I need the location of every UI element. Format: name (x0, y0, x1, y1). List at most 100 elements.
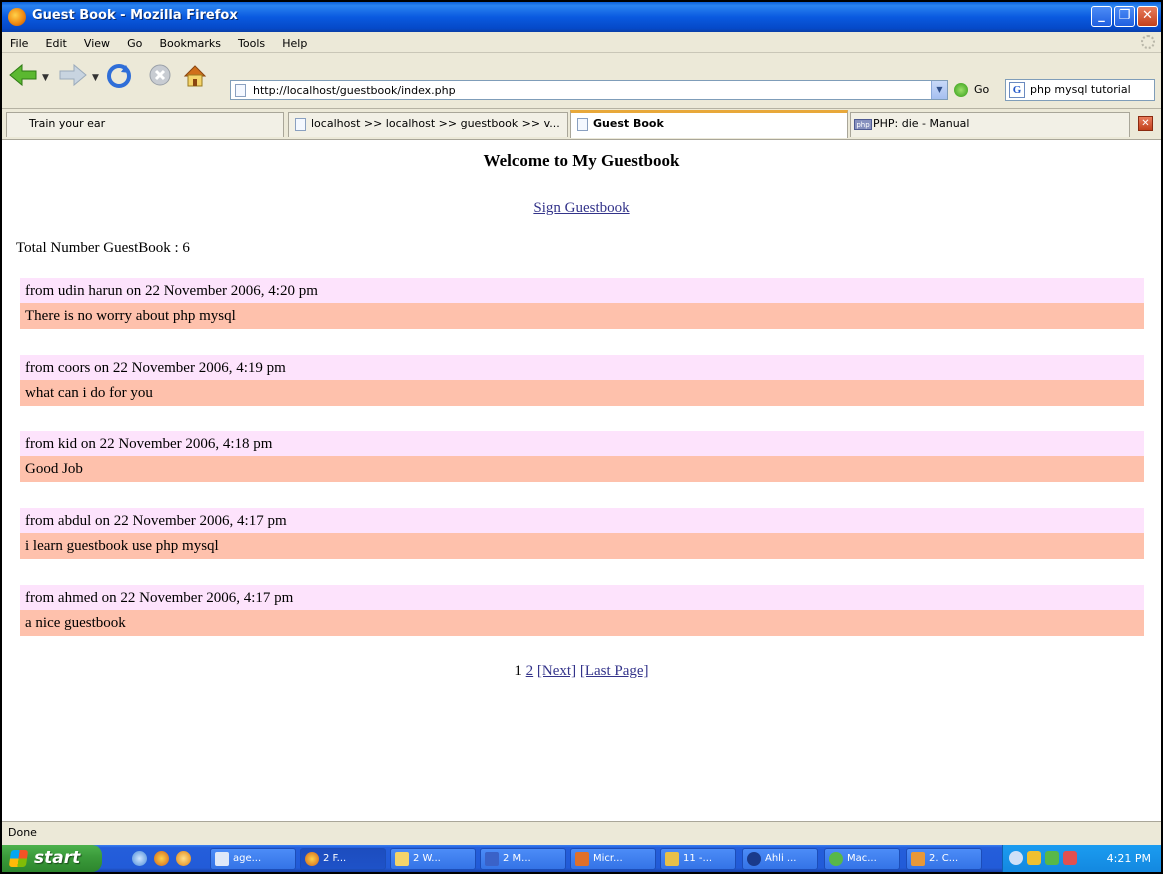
menu-edit[interactable]: Edit (46, 34, 67, 54)
taskbar-button-word[interactable]: 2 M... (480, 848, 566, 870)
tab-label: PHP: die - Manual (873, 117, 970, 130)
status-text: Done (8, 826, 37, 839)
firefox-icon (305, 852, 319, 866)
tray-security-icon[interactable] (1063, 851, 1077, 865)
taskbar-button-label: 2 F... (323, 853, 347, 864)
tab-bar: Train your ear localhost >> localhost >>… (2, 109, 1161, 139)
taskbar-button-label: 11 -... (683, 853, 713, 864)
close-button[interactable]: ✕ (1137, 6, 1158, 27)
taskbar-button-2c[interactable]: 2. C... (906, 848, 982, 870)
page-2-link[interactable]: 2 (526, 663, 534, 679)
sign-guestbook-wrap: Sign Guestbook (2, 200, 1161, 217)
page-icon (235, 84, 246, 97)
globe-icon (747, 852, 761, 866)
entry-message: i learn guestbook use php mysql (20, 533, 1144, 559)
menu-file[interactable]: File (10, 34, 28, 54)
entry-header: from kid on 22 November 2006, 4:18 pm (20, 431, 1144, 456)
minimize-button[interactable]: _ (1091, 6, 1112, 27)
tray-app-icon[interactable] (1027, 851, 1041, 865)
taskbar-button-microsoft[interactable]: Micr... (570, 848, 656, 870)
quicklaunch-messenger-icon[interactable] (132, 851, 147, 866)
next-page-link[interactable]: [Next] (537, 663, 576, 679)
go-arrow-icon[interactable] (954, 83, 968, 97)
taskbar-button-label: age... (233, 853, 262, 864)
menu-bookmarks[interactable]: Bookmarks (159, 34, 220, 54)
forward-dropdown-icon[interactable]: ▼ (92, 73, 99, 83)
pagination: 1 2 [Next] [Last Page] (2, 663, 1161, 680)
tab-label: Guest Book (593, 117, 664, 130)
go-button[interactable]: Go (974, 82, 989, 98)
powerpoint-icon (575, 852, 589, 866)
url-dropdown-icon[interactable]: ▼ (931, 81, 947, 99)
stop-icon[interactable] (148, 63, 172, 87)
sign-guestbook-link[interactable]: Sign Guestbook (533, 200, 629, 216)
taskbar-button-label: 2 W... (413, 853, 441, 864)
start-button[interactable]: start (2, 845, 102, 872)
tab-guest-book[interactable]: Guest Book (570, 110, 848, 138)
php-icon: php (854, 119, 872, 130)
tray-network-icon[interactable] (1045, 851, 1059, 865)
menu-tools[interactable]: Tools (238, 34, 265, 54)
menu-help[interactable]: Help (282, 34, 307, 54)
menu-view[interactable]: View (84, 34, 110, 54)
reload-icon[interactable] (106, 63, 132, 89)
taskbar-button-windows-explorer[interactable]: 2 W... (390, 848, 476, 870)
taskbar-button-label: Mac... (847, 853, 877, 864)
title-bar[interactable]: Guest Book - Mozilla Firefox _ ❐ ✕ (2, 2, 1161, 32)
entry-message: There is no worry about php mysql (20, 303, 1144, 329)
back-arrow-icon[interactable] (8, 63, 38, 87)
home-icon[interactable] (182, 63, 208, 89)
guestbook-entry: from ahmed on 22 November 2006, 4:17 pm … (20, 585, 1144, 636)
quicklaunch-firefox-icon[interactable] (154, 851, 169, 866)
taskbar-button-mac[interactable]: Mac... (824, 848, 900, 870)
navigation-toolbar: ▼ ▼ http://localhost/guestbook/index.php… (2, 53, 1161, 109)
tray-expand-icon[interactable] (1009, 851, 1023, 865)
entry-message: Good Job (20, 456, 1144, 482)
page-content: Welcome to My Guestbook Sign Guestbook T… (2, 139, 1161, 822)
entry-message: what can i do for you (20, 380, 1144, 406)
page-icon (577, 118, 588, 131)
menu-go[interactable]: Go (127, 34, 142, 54)
back-dropdown-icon[interactable]: ▼ (42, 73, 49, 83)
word-icon (485, 852, 499, 866)
tab-localhost[interactable]: localhost >> localhost >> guestbook >> v… (288, 112, 568, 137)
total-count: Total Number GuestBook : 6 (16, 240, 190, 256)
firefox-icon (8, 8, 26, 26)
tab-train-your-ear[interactable]: Train your ear (6, 112, 284, 137)
window-title: Guest Book - Mozilla Firefox (32, 8, 238, 23)
app-icon (911, 852, 925, 866)
quicklaunch-media-icon[interactable] (176, 851, 191, 866)
taskbar-button-firefox[interactable]: 2 F... (300, 848, 386, 870)
start-label: start (34, 848, 81, 868)
maximize-button[interactable]: ❐ (1114, 6, 1135, 27)
search-text[interactable]: php mysql tutorial (1030, 82, 1131, 98)
throbber-icon (1141, 35, 1155, 49)
tab-label: localhost >> localhost >> guestbook >> v… (311, 117, 560, 130)
forward-arrow-icon[interactable] (58, 63, 88, 87)
taskbar-button-age[interactable]: age... (210, 848, 296, 870)
entry-header: from abdul on 22 November 2006, 4:17 pm (20, 508, 1144, 533)
tab-label: Train your ear (29, 117, 106, 130)
taskbar-button-ahli[interactable]: Ahli ... (742, 848, 818, 870)
taskbar-button-label: Ahli ... (765, 853, 797, 864)
guestbook-entry: from coors on 22 November 2006, 4:19 pm … (20, 355, 1144, 406)
search-input[interactable]: G php mysql tutorial (1005, 79, 1155, 101)
clock[interactable]: 4:21 PM (1107, 845, 1151, 872)
entry-header: from ahmed on 22 November 2006, 4:17 pm (20, 585, 1144, 610)
last-page-link[interactable]: [Last Page] (580, 663, 649, 679)
taskbar-button-11[interactable]: 11 -... (660, 848, 736, 870)
status-bar: Done (2, 821, 1161, 845)
folder-icon (395, 852, 409, 866)
system-tray: 4:21 PM (1002, 845, 1161, 872)
guestbook-entry: from udin harun on 22 November 2006, 4:2… (20, 278, 1144, 329)
entry-header: from coors on 22 November 2006, 4:19 pm (20, 355, 1144, 380)
close-tab-icon[interactable]: ✕ (1138, 116, 1153, 131)
url-field[interactable]: http://localhost/guestbook/index.php ▼ (230, 80, 948, 100)
tab-php-die-manual[interactable]: php PHP: die - Manual (850, 112, 1130, 137)
windows-flag-icon (8, 850, 29, 867)
guestbook-entry: from kid on 22 November 2006, 4:18 pm Go… (20, 431, 1144, 482)
google-search-icon[interactable]: G (1009, 82, 1025, 98)
entry-message: a nice guestbook (20, 610, 1144, 636)
guestbook-entry: from abdul on 22 November 2006, 4:17 pm … (20, 508, 1144, 559)
url-text[interactable]: http://localhost/guestbook/index.php (253, 82, 456, 99)
